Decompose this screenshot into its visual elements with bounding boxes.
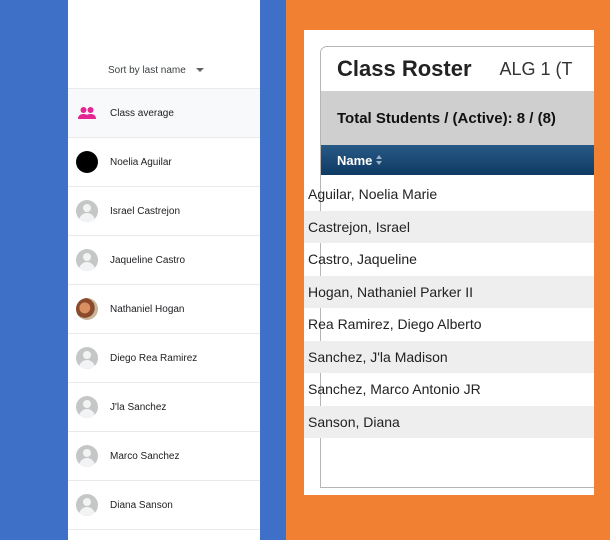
list-item-student[interactable]: Diana Sanson bbox=[68, 480, 260, 530]
name-column-header[interactable]: Name bbox=[321, 145, 594, 175]
default-avatar-icon bbox=[76, 396, 98, 418]
list-item-student[interactable]: Noelia Aguilar bbox=[68, 137, 260, 186]
table-row[interactable]: Sanson, Diana bbox=[304, 405, 594, 438]
left-blue-band bbox=[0, 0, 68, 540]
student-list: Class average Noelia Aguilar Israel Cast… bbox=[68, 88, 260, 530]
sort-dropdown[interactable]: Sort by last name bbox=[108, 58, 204, 82]
roster-rows: Aguilar, Noelia Marie Castrejon, Israel … bbox=[304, 178, 594, 438]
avatar bbox=[76, 298, 98, 320]
list-item-class-average[interactable]: Class average bbox=[68, 88, 260, 137]
list-item-label: Noelia Aguilar bbox=[110, 156, 172, 168]
default-avatar-icon bbox=[76, 494, 98, 516]
page-title: Class Roster bbox=[337, 56, 472, 81]
default-avatar-icon bbox=[76, 347, 98, 369]
middle-blue-band bbox=[260, 0, 286, 540]
list-item-student[interactable]: Marco Sanchez bbox=[68, 431, 260, 480]
list-item-label: Diana Sanson bbox=[110, 499, 173, 511]
classroom-student-panel: Sort by last name Class average Noelia A… bbox=[68, 0, 260, 540]
table-row[interactable]: Castrejon, Israel bbox=[304, 210, 594, 243]
student-count: Total Students / (Active): 8 / (8) bbox=[337, 109, 556, 127]
list-item-label: Jaqueline Castro bbox=[110, 254, 186, 266]
list-item-label: Marco Sanchez bbox=[110, 450, 180, 462]
table-row[interactable]: Hogan, Nathaniel Parker II bbox=[304, 275, 594, 308]
roster-header: Class Roster ALG 1 (T bbox=[321, 47, 594, 91]
group-icon bbox=[76, 102, 98, 124]
list-item-label: Diego Rea Ramirez bbox=[110, 352, 198, 364]
list-item-student[interactable]: Jaqueline Castro bbox=[68, 235, 260, 284]
sort-dropdown-label: Sort by last name bbox=[108, 64, 186, 76]
column-header-label: Name bbox=[337, 152, 373, 168]
default-avatar-icon bbox=[76, 445, 98, 467]
table-row[interactable]: Aguilar, Noelia Marie bbox=[304, 178, 594, 211]
class-roster-window: Class Roster ALG 1 (T Total Students / (… bbox=[304, 30, 594, 495]
list-item-student[interactable]: Israel Castrejon bbox=[68, 186, 260, 235]
list-item-label: Class average bbox=[110, 107, 174, 119]
avatar bbox=[76, 151, 98, 173]
default-avatar-icon bbox=[76, 249, 98, 271]
list-item-label: Israel Castrejon bbox=[110, 205, 181, 217]
list-item-student[interactable]: Nathaniel Hogan bbox=[68, 284, 260, 333]
list-item-student[interactable]: J'la Sanchez bbox=[68, 382, 260, 431]
sort-arrows-icon[interactable] bbox=[376, 155, 383, 165]
list-item-label: J'la Sanchez bbox=[110, 401, 167, 413]
table-row[interactable]: Castro, Jaqueline bbox=[304, 243, 594, 276]
course-name: ALG 1 (T bbox=[499, 58, 573, 79]
default-avatar-icon bbox=[76, 200, 98, 222]
table-row[interactable]: Rea Ramirez, Diego Alberto bbox=[304, 308, 594, 341]
list-item-label: Nathaniel Hogan bbox=[110, 303, 185, 315]
table-row[interactable]: Sanchez, J'la Madison bbox=[304, 340, 594, 373]
list-item-student[interactable]: Diego Rea Ramirez bbox=[68, 333, 260, 382]
dropdown-caret-icon bbox=[195, 68, 204, 72]
table-row[interactable]: Sanchez, Marco Antonio JR bbox=[304, 373, 594, 406]
student-count-bar: Total Students / (Active): 8 / (8) bbox=[321, 91, 594, 145]
